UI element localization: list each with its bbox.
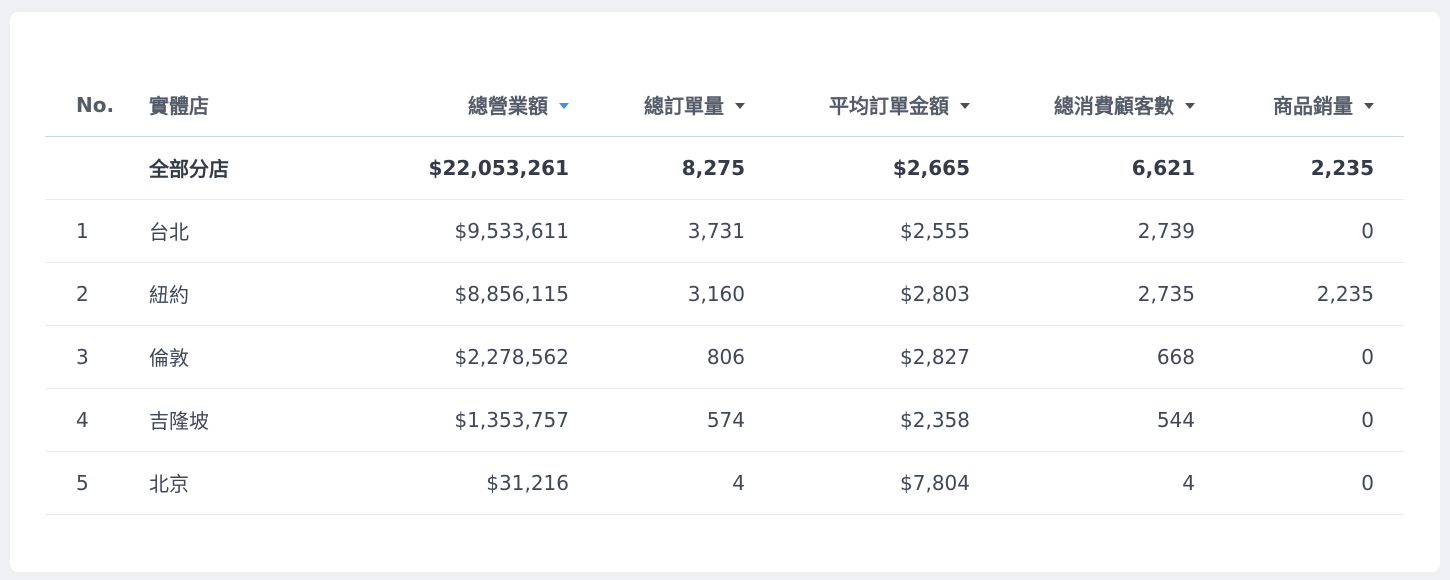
row-store-cell: 北京 — [149, 451, 269, 515]
total-revenue-cell: $22,053,261 — [269, 136, 572, 200]
header-units-sort[interactable]: 商品銷量 — [1197, 74, 1404, 137]
header-orders-label: 總訂單量 — [644, 94, 724, 119]
header-store: 實體店 — [149, 74, 269, 137]
row-avg-order-cell: $2,555 — [747, 199, 972, 263]
table-row: 2 紐約 $8,856,115 3,160 $2,803 2,735 2,235 — [45, 262, 1404, 326]
row-revenue-cell: $1,353,757 — [269, 388, 572, 452]
row-avg-order-cell: $2,358 — [747, 388, 972, 452]
table-row: 5 北京 $31,216 4 $7,804 4 0 — [45, 451, 1404, 515]
sort-desc-active-icon — [559, 103, 569, 110]
row-customers-cell: 668 — [972, 325, 1197, 389]
row-revenue-cell: $2,278,562 — [269, 325, 572, 389]
row-orders-cell: 806 — [572, 325, 747, 389]
store-sales-table: No. 實體店 總營業額 總訂單量 平均訂單金額 總消費顧客數 商品銷量 全部分… — [45, 74, 1404, 515]
header-avg-order-sort[interactable]: 平均訂單金額 — [747, 74, 972, 137]
row-store-cell: 倫敦 — [149, 325, 269, 389]
row-store-cell: 吉隆坡 — [149, 388, 269, 452]
row-avg-order-cell: $7,804 — [747, 451, 972, 515]
total-orders-cell: 8,275 — [572, 136, 747, 200]
sort-caret-icon — [735, 103, 745, 110]
table-total-row: 全部分店 $22,053,261 8,275 $2,665 6,621 2,23… — [45, 136, 1404, 200]
row-no-cell: 2 — [45, 262, 149, 326]
row-customers-cell: 2,735 — [972, 262, 1197, 326]
row-units-cell: 2,235 — [1197, 262, 1404, 326]
header-customers-sort[interactable]: 總消費顧客數 — [972, 74, 1197, 137]
row-units-cell: 0 — [1197, 199, 1404, 263]
row-customers-cell: 544 — [972, 388, 1197, 452]
row-no-cell: 4 — [45, 388, 149, 452]
sort-caret-icon — [1185, 103, 1195, 110]
header-customers-label: 總消費顧客數 — [1054, 94, 1174, 119]
row-avg-order-cell: $2,803 — [747, 262, 972, 326]
header-no: No. — [45, 74, 149, 137]
table-row: 4 吉隆坡 $1,353,757 574 $2,358 544 0 — [45, 388, 1404, 452]
row-orders-cell: 3,160 — [572, 262, 747, 326]
row-store-cell: 紐約 — [149, 262, 269, 326]
row-orders-cell: 574 — [572, 388, 747, 452]
total-customers-cell: 6,621 — [972, 136, 1197, 200]
total-store-cell: 全部分店 — [149, 136, 269, 200]
row-units-cell: 0 — [1197, 388, 1404, 452]
table-row: 1 台北 $9,533,611 3,731 $2,555 2,739 0 — [45, 199, 1404, 263]
header-revenue-sort[interactable]: 總營業額 — [269, 74, 572, 137]
table-row: 3 倫敦 $2,278,562 806 $2,827 668 0 — [45, 325, 1404, 389]
row-customers-cell: 2,739 — [972, 199, 1197, 263]
header-units-label: 商品銷量 — [1273, 94, 1353, 119]
total-avg-order-cell: $2,665 — [747, 136, 972, 200]
total-no-cell — [45, 136, 149, 200]
row-orders-cell: 4 — [572, 451, 747, 515]
row-no-cell: 5 — [45, 451, 149, 515]
header-avg-order-label: 平均訂單金額 — [829, 94, 949, 119]
store-sales-card: No. 實體店 總營業額 總訂單量 平均訂單金額 總消費顧客數 商品銷量 全部分… — [10, 12, 1440, 572]
row-revenue-cell: $8,856,115 — [269, 262, 572, 326]
row-store-cell: 台北 — [149, 199, 269, 263]
row-units-cell: 0 — [1197, 451, 1404, 515]
row-customers-cell: 4 — [972, 451, 1197, 515]
sort-caret-icon — [1364, 103, 1374, 110]
header-orders-sort[interactable]: 總訂單量 — [572, 74, 747, 137]
sort-caret-icon — [960, 103, 970, 110]
row-no-cell: 3 — [45, 325, 149, 389]
row-avg-order-cell: $2,827 — [747, 325, 972, 389]
header-revenue-label: 總營業額 — [468, 94, 548, 119]
row-revenue-cell: $9,533,611 — [269, 199, 572, 263]
total-units-cell: 2,235 — [1197, 136, 1404, 200]
row-units-cell: 0 — [1197, 325, 1404, 389]
row-revenue-cell: $31,216 — [269, 451, 572, 515]
table-header-row: No. 實體店 總營業額 總訂單量 平均訂單金額 總消費顧客數 商品銷量 — [45, 74, 1404, 137]
row-orders-cell: 3,731 — [572, 199, 747, 263]
row-no-cell: 1 — [45, 199, 149, 263]
